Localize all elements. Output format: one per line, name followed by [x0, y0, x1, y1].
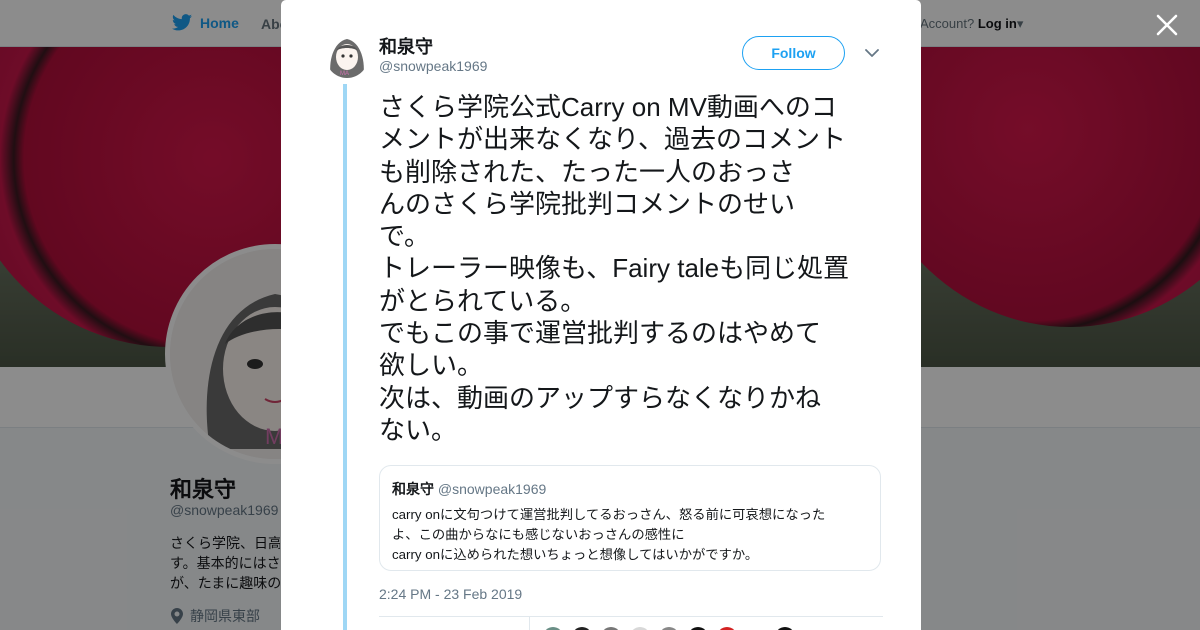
chevron-down-icon[interactable] [865, 48, 879, 58]
tweet-modal: MA 和泉守 @snowpeak1969 Follow さくら学院公式Carry… [281, 0, 921, 630]
author-name[interactable]: 和泉守 [379, 33, 433, 59]
close-icon[interactable] [1154, 12, 1180, 38]
quoted-text-line: よ、この曲からなにも感じないおっさんの感性に [392, 527, 685, 542]
quoted-text-line: carry onに込められた想いちょっと想像してはいかがですか。 [392, 547, 759, 562]
quoted-text-line: carry onに文句つけて運営批判してるおっさん、怒る前に可哀想になった [392, 507, 826, 522]
svg-text:MA: MA [340, 71, 349, 77]
tweet-text-line: トレーラー映像も、Fairy taleも同じ処置 [379, 253, 850, 284]
author-avatar[interactable]: MA [325, 32, 369, 78]
quoted-tweet-header: 和泉守 @snowpeak1969 [392, 479, 868, 499]
tweet-text-line: も削除された、たった一人のおっさ [379, 156, 796, 187]
tweet-timestamp[interactable]: 2:24 PM - 23 Feb 2019 [379, 586, 522, 602]
tweet-text-line: でもこの事で運営批判するのはやめて [379, 318, 822, 349]
thread-line [343, 84, 347, 630]
quoted-tweet-text: carry onに文句つけて運営批判してるおっさん、怒る前に可哀想になった よ、… [392, 505, 868, 565]
tweet-text-line: メントが出来なくなり、過去のコメント [379, 124, 846, 155]
tweet-text-line: で。 [379, 221, 430, 252]
quoted-tweet[interactable]: 和泉守 @snowpeak1969 carry onに文句つけて運営批判してるお… [379, 465, 881, 571]
stats-divider [529, 617, 530, 630]
quoted-author-name: 和泉守 [392, 481, 434, 497]
tweet-text-line: 欲しい。 [379, 350, 484, 381]
follow-button[interactable]: Follow [742, 36, 845, 70]
tweet-text-line: 次は、動画のアップすらなくなりかね [379, 382, 822, 413]
tweet-text-line: ない。 [379, 414, 458, 445]
tweet-text-line: さくら学院公式Carry on MV動画へのコ [379, 92, 837, 122]
tweet-stats-bar [379, 616, 883, 630]
avatar-illustration: MA [325, 32, 369, 78]
tweet-text: さくら学院公式Carry on MV動画へのコ メントが出来なくなり、過去のコメ… [379, 91, 889, 446]
tweet-text-line: んのさくら学院批判コメントのせい [379, 188, 796, 219]
author-handle[interactable]: @snowpeak1969 [379, 58, 487, 74]
quoted-author-handle: @snowpeak1969 [437, 481, 547, 497]
tweet-text-line: がとられている。 [379, 285, 587, 316]
